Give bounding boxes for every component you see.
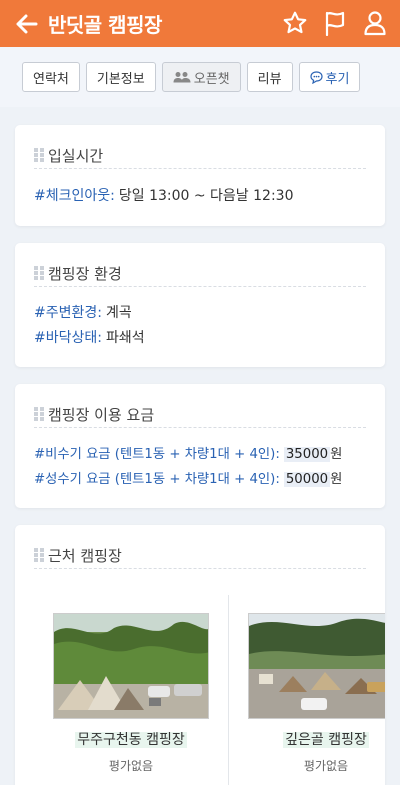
campsite-photo[interactable]: [53, 613, 209, 719]
flag-icon[interactable]: [320, 8, 350, 38]
peak-season-tag[interactable]: #성수기 요금 (텐트1동 + 차량1대 + 4인):: [34, 472, 280, 487]
card-title: 입실시간: [48, 147, 104, 165]
tab-open-chat[interactable]: 오픈챗: [161, 62, 241, 92]
peak-season-price: 50000: [283, 472, 331, 487]
tab-reviews[interactable]: 리뷰: [246, 62, 293, 92]
pricing-card: 캠핑장 이용 요금 #비수기 요금 (텐트1동 + 차량1대 + 4인): 350…: [15, 384, 385, 508]
card-title: 캠핑장 이용 요금: [48, 406, 155, 424]
campsite-name[interactable]: 무주구천동 캠핑장: [53, 729, 209, 749]
user-icon[interactable]: [360, 8, 390, 38]
back-arrow-icon[interactable]: [12, 9, 42, 39]
campsite-photo[interactable]: [248, 613, 385, 719]
environment-row: #바닥상태: 파쇄석: [34, 327, 145, 347]
surroundings-value: 계곡: [105, 305, 132, 321]
campsite-rating: 평가없음: [303, 759, 349, 773]
app-bar: 반딧골 캠핑장: [0, 0, 400, 47]
price-row: #성수기 요금 (텐트1동 + 차량1대 + 4인): 50000 원: [34, 468, 342, 487]
tab-label: 기본정보: [96, 71, 145, 87]
nearby-card: 근처 캠핑장 무주구천동 캠핑장 평가없음 깊은골 캠핑장 평가없음: [15, 525, 385, 785]
chat-bubble-icon: [309, 70, 323, 84]
tab-label: 후기: [325, 71, 350, 87]
checkin-value: 당일 13:00 ~ 다음날 12:30: [118, 188, 294, 204]
price-unit: 원: [330, 472, 343, 487]
drag-handle-icon: [34, 407, 44, 421]
tab-basic-info[interactable]: 기본정보: [85, 62, 156, 92]
campsite-name[interactable]: 깊은골 캠핑장: [248, 729, 385, 749]
checkin-row: #체크인아웃: 당일 13:00 ~ 다음날 12:30: [34, 185, 293, 205]
card-header: 근처 캠핑장: [34, 545, 366, 569]
ground-value: 파쇄석: [105, 330, 145, 346]
tab-label: 리뷰: [257, 71, 282, 87]
carousel-divider: [228, 595, 229, 785]
card-header: 입실시간: [34, 145, 366, 169]
card-header: 캠핑장 이용 요금: [34, 404, 366, 428]
price-unit: 원: [330, 447, 343, 462]
drag-handle-icon: [34, 266, 44, 280]
page-title: 반딧골 캠핑장: [48, 13, 162, 37]
off-season-price: 35000: [283, 447, 331, 462]
checkin-tag[interactable]: #체크인아웃:: [34, 188, 115, 204]
people-icon: [173, 72, 191, 83]
nearby-carousel[interactable]: 무주구천동 캠핑장 평가없음 깊은골 캠핑장 평가없음: [15, 595, 385, 785]
card-title: 근처 캠핑장: [48, 547, 122, 565]
star-icon[interactable]: [280, 8, 310, 38]
off-season-tag[interactable]: #비수기 요금 (텐트1동 + 차량1대 + 4인):: [34, 447, 280, 462]
nearby-campsite-card[interactable]: 깊은골 캠핑장 평가없음: [248, 595, 385, 785]
drag-handle-icon: [34, 548, 44, 562]
card-title: 캠핑장 환경: [48, 265, 122, 283]
environment-card: 캠핑장 환경 #주변환경: 계곡 #바닥상태: 파쇄석: [15, 243, 385, 367]
campsite-rating: 평가없음: [108, 759, 154, 773]
tab-bar: 연락처 기본정보 오픈챗 리뷰 후기: [0, 47, 400, 107]
environment-row: #주변환경: 계곡: [34, 302, 132, 322]
tab-label: 연락처: [33, 71, 69, 87]
tab-reviews-posts[interactable]: 후기: [298, 62, 361, 92]
ground-tag[interactable]: #바닥상태:: [34, 330, 102, 346]
price-row: #비수기 요금 (텐트1동 + 차량1대 + 4인): 35000 원: [34, 443, 342, 462]
tab-label: 오픈챗: [193, 71, 230, 87]
tab-contact[interactable]: 연락처: [22, 62, 80, 92]
surroundings-tag[interactable]: #주변환경:: [34, 305, 102, 321]
nearby-campsite-card[interactable]: 무주구천동 캠핑장 평가없음: [53, 595, 209, 785]
card-header: 캠핑장 환경: [34, 263, 366, 287]
app-bar-actions: [280, 8, 390, 38]
checkin-card: 입실시간 #체크인아웃: 당일 13:00 ~ 다음날 12:30: [15, 125, 385, 226]
drag-handle-icon: [34, 148, 44, 162]
